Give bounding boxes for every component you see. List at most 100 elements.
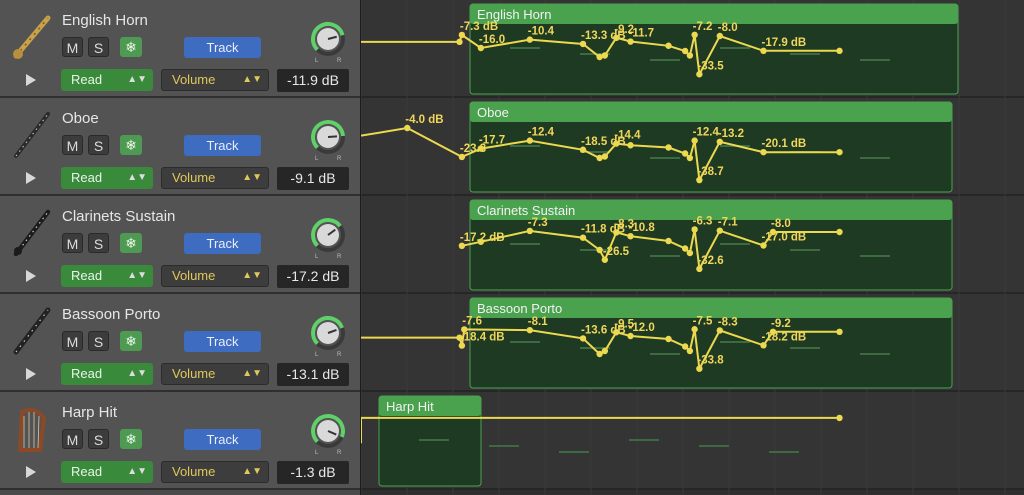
automation-parameter-select[interactable]: Volume ▲▼ bbox=[161, 69, 269, 91]
automation-point[interactable] bbox=[681, 343, 689, 350]
solo-button[interactable]: S bbox=[88, 135, 109, 155]
svg-text:R: R bbox=[337, 254, 342, 260]
automation-point[interactable] bbox=[601, 52, 609, 59]
solo-button[interactable]: S bbox=[88, 37, 109, 57]
automation-point[interactable] bbox=[665, 42, 672, 49]
volume-value-field[interactable]: -13.1 dB bbox=[277, 363, 349, 386]
automation-point[interactable] bbox=[665, 237, 672, 245]
solo-button[interactable]: S bbox=[88, 331, 109, 351]
automation-mode-label: Read bbox=[71, 464, 103, 479]
play-icon[interactable] bbox=[26, 172, 36, 184]
svg-text:L: L bbox=[315, 58, 319, 64]
play-icon[interactable] bbox=[26, 466, 36, 478]
track-button[interactable]: Track bbox=[184, 135, 261, 156]
track-header[interactable]: Oboe M S ❄ Track LR Read ▲▼ Volume ▲▼ -9.1… bbox=[0, 98, 360, 196]
automation-point[interactable] bbox=[477, 238, 485, 245]
region[interactable]: Oboe-4.0 dB-23.3-17.7-12.4-18.5 dB-14.4-… bbox=[361, 101, 953, 193]
automation-point[interactable] bbox=[686, 347, 694, 355]
automation-point-label: -13.2 bbox=[718, 128, 744, 140]
track-header[interactable]: English Horn M S ❄ Track LR Read ▲▼ Volum… bbox=[0, 0, 360, 98]
region[interactable]: Bassoon Porto-18.4 dB-7.6 -8.1-13.6 dB-9.… bbox=[361, 297, 953, 389]
freeze-button[interactable]: ❄ bbox=[120, 135, 142, 155]
volume-knob[interactable]: LR bbox=[306, 18, 350, 64]
chevron-updown-icon: ▲▼ bbox=[127, 172, 147, 183]
play-icon[interactable] bbox=[26, 368, 36, 380]
automation-point[interactable] bbox=[686, 154, 694, 162]
volume-value-field[interactable]: -11.9 dB bbox=[277, 69, 349, 92]
automation-mode-select[interactable]: Read ▲▼ bbox=[61, 363, 153, 385]
automation-point[interactable] bbox=[836, 148, 843, 156]
volume-knob[interactable]: LR bbox=[306, 214, 350, 260]
volume-value-field[interactable]: -17.2 dB bbox=[277, 265, 349, 288]
solo-button[interactable]: S bbox=[88, 429, 109, 449]
freeze-button[interactable]: ❄ bbox=[120, 331, 142, 351]
snowflake-icon: ❄ bbox=[125, 39, 137, 55]
automation-point-label: -6.3 bbox=[693, 215, 713, 227]
volume-knob[interactable]: LR bbox=[306, 410, 350, 456]
track-header[interactable]: Clarinets Sustain M S ❄ Track LR Read ▲▼ … bbox=[0, 196, 360, 294]
region-title: Clarinets Sustain bbox=[477, 203, 575, 218]
freeze-button[interactable]: ❄ bbox=[120, 233, 142, 253]
automation-mode-select[interactable]: Read ▲▼ bbox=[61, 167, 153, 189]
mute-button[interactable]: M bbox=[62, 233, 83, 253]
mute-button[interactable]: M bbox=[62, 331, 83, 351]
freeze-button[interactable]: ❄ bbox=[120, 429, 142, 449]
automation-point[interactable] bbox=[627, 142, 634, 149]
mute-button[interactable]: M bbox=[62, 429, 83, 449]
chevron-updown-icon: ▲▼ bbox=[242, 74, 262, 85]
automation-point-label: -12.4 bbox=[528, 127, 555, 139]
automation-point[interactable] bbox=[665, 144, 672, 151]
automation-point[interactable] bbox=[686, 249, 694, 257]
automation-point-label: -4.0 dB bbox=[405, 114, 443, 126]
play-icon[interactable] bbox=[26, 270, 36, 282]
automation-point[interactable] bbox=[601, 153, 609, 160]
automation-parameter-select[interactable]: Volume ▲▼ bbox=[161, 461, 269, 483]
volume-knob[interactable]: LR bbox=[306, 116, 350, 162]
automation-point-label: -14.4 bbox=[614, 130, 641, 142]
automation-point[interactable] bbox=[456, 38, 463, 46]
track-button[interactable]: Track bbox=[184, 233, 261, 254]
mute-button[interactable]: M bbox=[62, 37, 83, 57]
automation-point-label: -17.7 bbox=[479, 135, 505, 147]
automation-point-label: -9.2 bbox=[771, 318, 791, 330]
solo-button[interactable]: S bbox=[88, 233, 109, 253]
track-header[interactable]: Harp Hit M S ❄ Track LR Read ▲▼ Volume ▲▼ … bbox=[0, 392, 360, 490]
mute-button[interactable]: M bbox=[62, 135, 83, 155]
automation-point[interactable] bbox=[681, 150, 689, 157]
chevron-updown-icon: ▲▼ bbox=[242, 172, 262, 183]
automation-point[interactable] bbox=[836, 328, 843, 335]
track-header[interactable]: Bassoon Porto M S ❄ Track LR Read ▲▼ Volu… bbox=[0, 294, 360, 392]
automation-point[interactable] bbox=[686, 52, 694, 59]
chevron-updown-icon: ▲▼ bbox=[242, 270, 262, 281]
automation-parameter-label: Volume bbox=[172, 464, 216, 479]
volume-knob[interactable]: LR bbox=[306, 312, 350, 358]
automation-point[interactable] bbox=[681, 245, 689, 252]
play-icon[interactable] bbox=[26, 74, 36, 86]
freeze-button[interactable]: ❄ bbox=[120, 37, 142, 57]
region[interactable]: Harp Hit bbox=[361, 395, 843, 487]
english-horn-icon bbox=[10, 12, 52, 62]
automation-parameter-select[interactable]: Volume ▲▼ bbox=[161, 167, 269, 189]
automation-point[interactable] bbox=[836, 414, 843, 422]
region[interactable]: English Horn-7.3 dB-16.0-10.4 -13.3 dB-9.… bbox=[361, 3, 959, 95]
automation-point[interactable] bbox=[665, 335, 672, 343]
automation-point[interactable] bbox=[601, 347, 609, 355]
region[interactable]: Clarinets Sustain-17.2 dB-7.3-11.8 dB-26… bbox=[458, 199, 953, 291]
automation-parameter-label: Volume bbox=[172, 170, 216, 185]
automation-point-label: -7.5 bbox=[693, 315, 713, 327]
volume-value-field[interactable]: -1.3 dB bbox=[277, 461, 349, 484]
track-button[interactable]: Track bbox=[184, 37, 261, 58]
track-name: Clarinets Sustain bbox=[62, 208, 176, 225]
track-button[interactable]: Track bbox=[184, 429, 261, 450]
automation-mode-select[interactable]: Read ▲▼ bbox=[61, 265, 153, 287]
automation-mode-select[interactable]: Read ▲▼ bbox=[61, 461, 153, 483]
automation-parameter-select[interactable]: Volume ▲▼ bbox=[161, 265, 269, 287]
automation-mode-select[interactable]: Read ▲▼ bbox=[61, 69, 153, 91]
volume-value-field[interactable]: -9.1 dB bbox=[277, 167, 349, 190]
automation-point[interactable] bbox=[836, 47, 843, 55]
automation-point[interactable] bbox=[681, 47, 689, 55]
automation-parameter-select[interactable]: Volume ▲▼ bbox=[161, 363, 269, 385]
automation-point-label: -12.4 bbox=[693, 127, 720, 139]
automation-point[interactable] bbox=[836, 228, 843, 236]
track-button[interactable]: Track bbox=[184, 331, 261, 352]
